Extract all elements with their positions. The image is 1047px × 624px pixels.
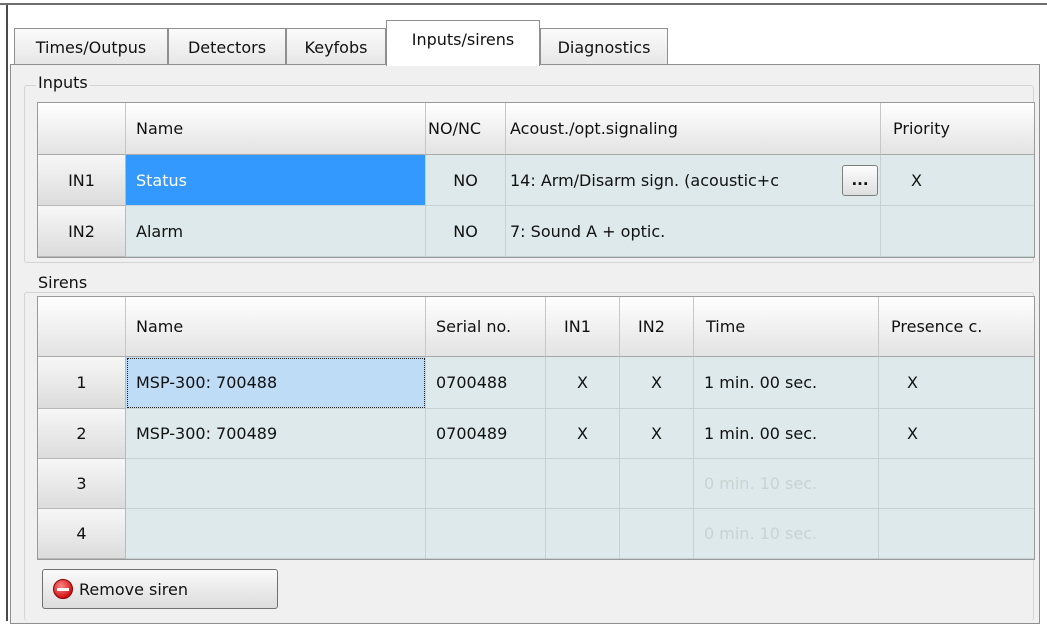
input-signaling-cell[interactable]: 7: Sound A + optic. [506, 206, 881, 257]
siren-presence-cell[interactable] [879, 509, 1034, 559]
tab-keyfobs[interactable]: Keyfobs [286, 28, 386, 65]
input-signaling-cell[interactable]: 14: Arm/Disarm sign. (acoustic+c [506, 155, 881, 206]
siren-in2-cell[interactable] [620, 509, 694, 559]
column-header-presence[interactable]: Presence c. [879, 297, 1034, 357]
input-name-cell[interactable]: Status [126, 155, 426, 206]
input-priority-cell[interactable] [881, 206, 1034, 257]
window-left-border [6, 5, 8, 621]
siren-presence-cell[interactable] [879, 459, 1034, 509]
siren-time-cell[interactable]: 1 min. 00 sec. [694, 357, 879, 409]
column-header-name[interactable]: Name [126, 297, 426, 357]
column-header-in2[interactable]: IN2 [620, 297, 694, 357]
tab-inputs-sirens[interactable]: Inputs/sirens [386, 20, 540, 66]
tab-diagnostics[interactable]: Diagnostics [540, 28, 668, 65]
siren-in2-cell[interactable]: X [620, 409, 694, 459]
siren-in2-cell[interactable] [620, 459, 694, 509]
remove-icon [53, 579, 73, 599]
siren-in1-cell[interactable] [546, 459, 620, 509]
row-header-in1[interactable]: IN1 [38, 155, 126, 206]
row-header-siren-4[interactable]: 4 [38, 509, 126, 559]
siren-in2-cell[interactable]: X [620, 357, 694, 409]
input-name-cell[interactable]: Alarm [126, 206, 426, 257]
column-header-serial[interactable]: Serial no. [426, 297, 546, 357]
siren-presence-cell[interactable]: X [879, 357, 1034, 409]
input-nonc-cell[interactable]: NO [426, 155, 506, 206]
row-header-in2[interactable]: IN2 [38, 206, 126, 257]
tab-label: Detectors [187, 37, 267, 57]
signaling-browse-button[interactable]: ... [842, 165, 878, 196]
siren-name-cell[interactable] [126, 459, 426, 509]
siren-name-cell[interactable] [126, 509, 426, 559]
siren-time-cell[interactable]: 1 min. 00 sec. [694, 409, 879, 459]
siren-serial-cell[interactable] [426, 459, 546, 509]
column-header-time[interactable]: Time [694, 297, 879, 357]
row-header-siren-3[interactable]: 3 [38, 459, 126, 509]
siren-name-cell[interactable]: MSP-300: 700489 [126, 409, 426, 459]
column-header-in1[interactable]: IN1 [546, 297, 620, 357]
window-top-border [0, 3, 1047, 5]
remove-siren-button[interactable]: Remove siren [42, 569, 278, 609]
tab-label: Times/Outpus [35, 37, 147, 57]
siren-serial-cell[interactable]: 0700488 [426, 357, 546, 409]
column-header-nonc[interactable]: NO/NC [426, 103, 506, 155]
tab-label: Diagnostics [557, 37, 651, 57]
siren-in1-cell[interactable]: X [546, 357, 620, 409]
siren-in1-cell[interactable]: X [546, 409, 620, 459]
siren-name-cell[interactable]: MSP-300: 700488 [126, 357, 426, 409]
sirens-group-title: Sirens [36, 273, 90, 292]
siren-in1-cell[interactable] [546, 509, 620, 559]
row-header-siren-2[interactable]: 2 [38, 409, 126, 459]
inputs-header-row: Name NO/NC Acoust./opt.signaling Priorit… [38, 103, 1034, 155]
tab-times-outputs[interactable]: Times/Outpus [14, 28, 168, 65]
siren-time-cell[interactable]: 0 min. 10 sec. [694, 459, 879, 509]
input-priority-cell[interactable]: X [881, 155, 1034, 206]
inputs-group-title: Inputs [36, 73, 90, 92]
tab-label: Keyfobs [304, 37, 368, 57]
siren-serial-cell[interactable]: 0700489 [426, 409, 546, 459]
signaling-value: 14: Arm/Disarm sign. (acoustic+c [510, 170, 780, 190]
column-header-name[interactable]: Name [126, 103, 426, 155]
sirens-header-row: Name Serial no. IN1 IN2 Time Presence c. [38, 297, 1034, 357]
column-header-signaling[interactable]: Acoust./opt.signaling [506, 103, 881, 155]
corner-header [38, 297, 126, 357]
tab-detectors[interactable]: Detectors [168, 28, 286, 65]
tab-label: Inputs/sirens [411, 30, 515, 49]
sirens-table: Name Serial no. IN1 IN2 Time Presence c.… [37, 296, 1035, 560]
siren-presence-cell[interactable]: X [879, 409, 1034, 459]
corner-header [38, 103, 126, 155]
inputs-table: Name NO/NC Acoust./opt.signaling Priorit… [37, 102, 1035, 258]
remove-siren-label: Remove siren [79, 579, 189, 599]
row-header-siren-1[interactable]: 1 [38, 357, 126, 409]
siren-time-cell[interactable]: 0 min. 10 sec. [694, 509, 879, 559]
column-header-priority[interactable]: Priority [881, 103, 1034, 155]
siren-serial-cell[interactable] [426, 509, 546, 559]
input-nonc-cell[interactable]: NO [426, 206, 506, 257]
